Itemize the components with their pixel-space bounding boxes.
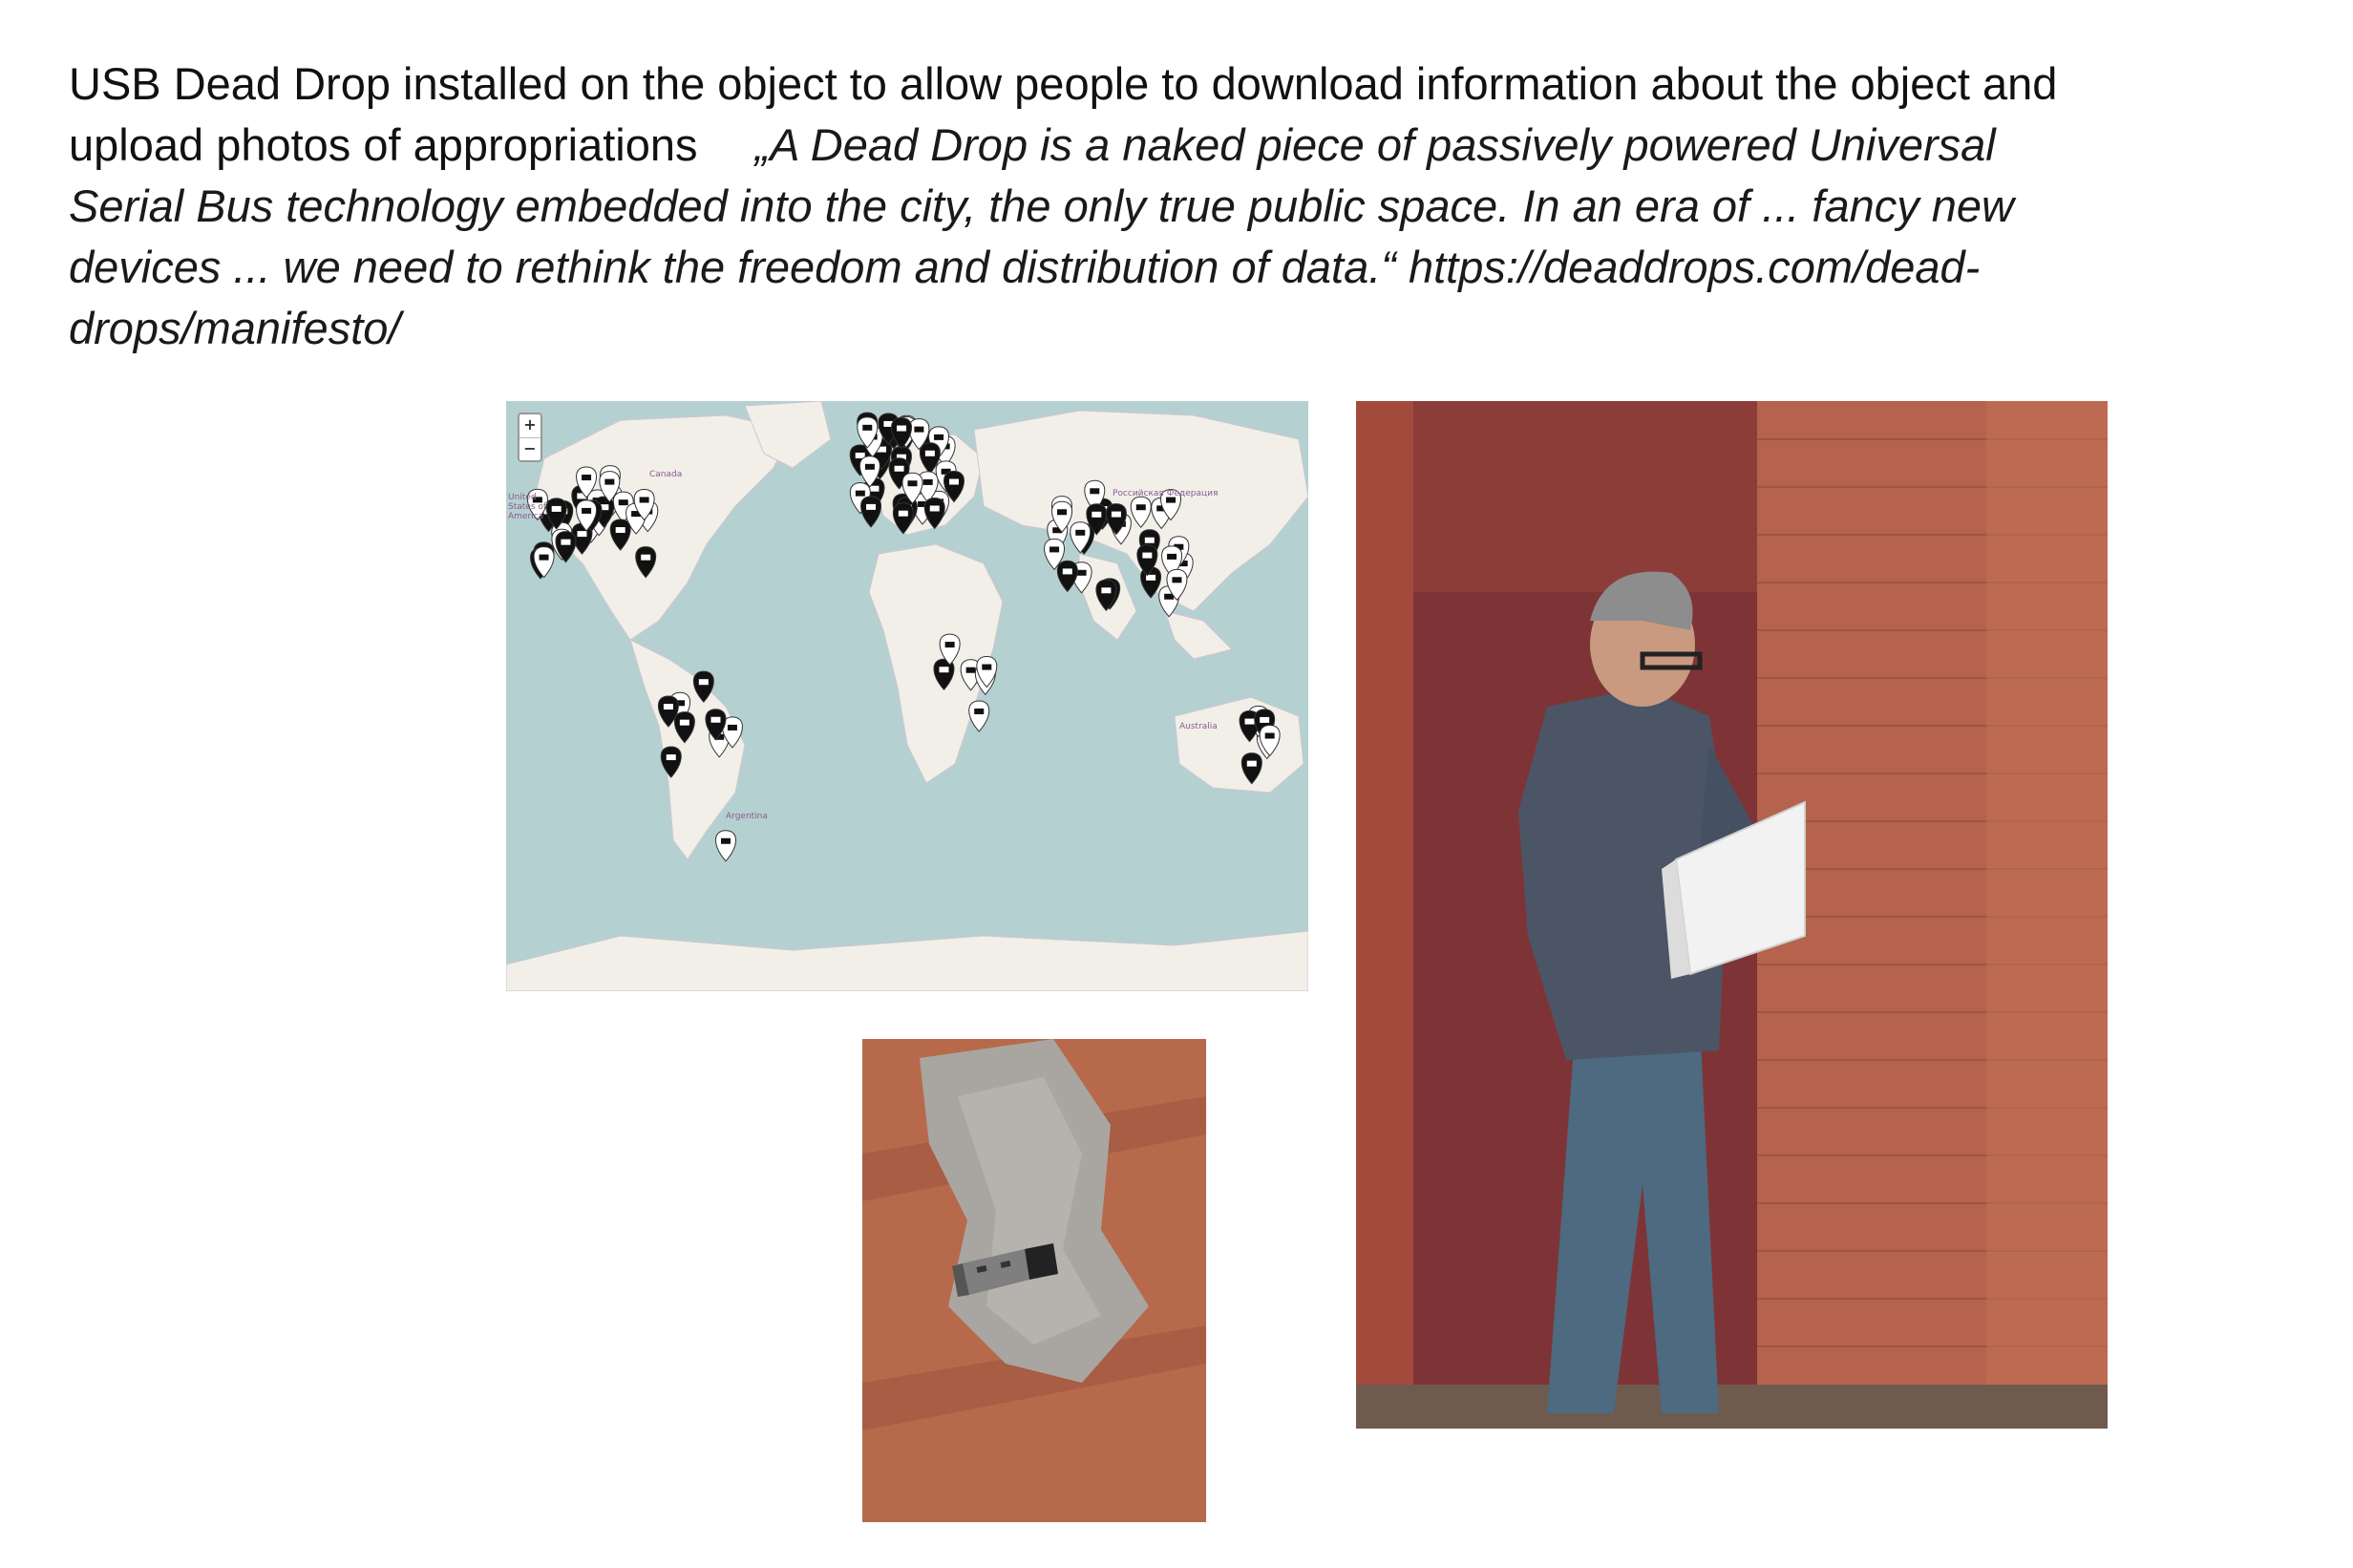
map-label-australia: Australia [1179, 722, 1218, 731]
quote-line-2: Serial Bus technology embedded into the … [69, 180, 2014, 231]
map-marker-icon[interactable] [860, 496, 882, 528]
marker-usb-glyph [948, 478, 959, 485]
marker-usb-glyph [1092, 511, 1102, 518]
map-marker-icon[interactable] [1056, 560, 1078, 593]
marker-usb-glyph [1076, 569, 1087, 576]
marker-usb-glyph [679, 719, 689, 726]
marker-usb-glyph [727, 724, 737, 731]
marker-usb-glyph [577, 531, 587, 538]
marker-usb-glyph [898, 510, 908, 517]
map-marker-icon[interactable] [715, 830, 736, 862]
zoom-in-button[interactable]: + [519, 414, 541, 438]
marker-usb-glyph [894, 465, 904, 472]
zoom-out-button[interactable]: − [519, 438, 541, 461]
marker-usb-glyph [582, 507, 592, 514]
usb-in-wall-photo [862, 1039, 1206, 1522]
map-marker-icon[interactable] [968, 700, 990, 732]
marker-usb-glyph [1090, 488, 1100, 495]
description-text: USB Dead Drop installed on the object to… [69, 53, 2294, 359]
marker-usb-glyph [914, 426, 924, 433]
dead-drops-world-map[interactable]: + − Canada United States of America Росс… [506, 401, 1308, 991]
marker-usb-glyph [1075, 529, 1086, 536]
marker-usb-glyph [1135, 504, 1146, 511]
marker-usb-glyph [1142, 552, 1153, 559]
marker-usb-glyph [1246, 760, 1257, 767]
marker-usb-glyph [561, 539, 571, 545]
marker-usb-glyph [944, 642, 955, 648]
marker-usb-glyph [1260, 716, 1270, 723]
map-marker-icon[interactable] [555, 531, 577, 563]
marker-usb-glyph [939, 667, 949, 673]
usb-photo-illustration [862, 1039, 1206, 1522]
zoom-control: + − [518, 413, 542, 462]
quote-line-1: „A Dead Drop is a naked piece of passive… [754, 119, 1996, 170]
marker-usb-glyph [698, 679, 709, 686]
marker-usb-glyph [618, 499, 628, 506]
marker-usb-glyph [639, 497, 649, 503]
marker-usb-glyph [582, 475, 592, 481]
map-label-argentina: Argentina [726, 812, 768, 821]
marker-usb-glyph [1264, 732, 1275, 739]
quote-line-3: devices ... we need to rethink the freed… [69, 242, 1981, 292]
marker-usb-glyph [721, 837, 731, 844]
marker-usb-glyph [934, 434, 944, 440]
marker-usb-glyph [982, 664, 992, 670]
marker-usb-glyph [615, 527, 625, 534]
marker-usb-glyph [641, 554, 651, 561]
map-label-russia: Российская Федерация [1113, 489, 1219, 498]
marker-usb-glyph [710, 716, 721, 723]
marker-usb-glyph [663, 704, 673, 710]
marker-usb-glyph [907, 480, 918, 487]
man-photo-illustration [1356, 401, 2108, 1429]
map-label-canada: Canada [649, 470, 683, 479]
marker-usb-glyph [1167, 553, 1177, 560]
marker-usb-glyph [1144, 537, 1155, 543]
caption-line-2: upload photos of appropriations [69, 119, 698, 170]
marker-usb-glyph [866, 503, 877, 510]
marker-usb-glyph [864, 463, 875, 470]
caption-line-1: USB Dead Drop installed on the object to… [69, 58, 2058, 109]
marker-usb-glyph [1172, 577, 1182, 583]
marker-usb-glyph [1062, 568, 1072, 575]
marker-usb-glyph [1057, 509, 1068, 516]
marker-usb-glyph [604, 478, 615, 485]
man-with-laptop-photo [1356, 401, 2108, 1429]
marker-usb-glyph [1244, 718, 1255, 725]
marker-usb-glyph [965, 667, 976, 673]
marker-usb-glyph [1049, 546, 1060, 553]
marker-usb-glyph [1111, 511, 1121, 518]
caption-line-2-row: upload photos of appropriations „A Dead D… [69, 115, 2294, 176]
marker-usb-glyph [924, 450, 935, 456]
marker-usb-glyph [855, 490, 865, 497]
marker-usb-glyph [666, 754, 676, 761]
marker-usb-glyph [922, 478, 933, 485]
marker-usb-glyph [929, 505, 940, 512]
marker-usb-glyph [974, 708, 985, 714]
marker-usb-glyph [869, 485, 880, 492]
marker-usb-glyph [862, 424, 873, 431]
quote-line-4: drops/manifesto/ [69, 303, 401, 353]
marker-usb-glyph [897, 425, 907, 432]
marker-usb-glyph [1101, 587, 1112, 594]
marker-usb-glyph [539, 554, 549, 561]
map-label-usa: United States of America [508, 493, 547, 521]
